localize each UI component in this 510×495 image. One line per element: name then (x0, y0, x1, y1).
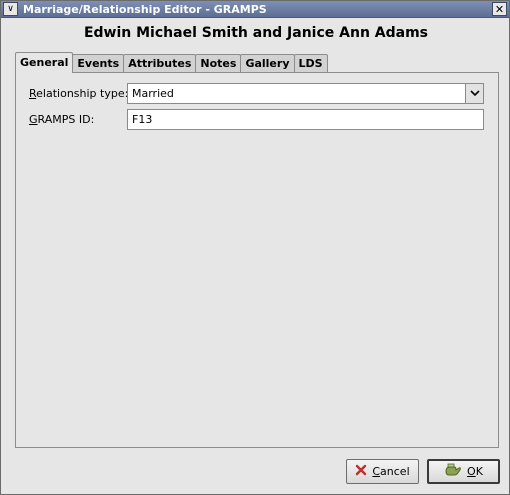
general-tab-panel: Relationship type: Married GRAMPS ID: (15, 72, 499, 448)
tab-bar: General Events Attributes Notes Gallery … (15, 52, 328, 73)
tab-gallery[interactable]: Gallery (240, 54, 295, 73)
gramps-id-label: GRAMPS ID: (29, 113, 95, 126)
gramps-id-field[interactable] (128, 110, 483, 129)
family-heading: Edwin Michael Smith and Janice Ann Adams (83, 25, 429, 41)
chevron-down-icon: ∨ (7, 3, 14, 14)
tab-lds[interactable]: LDS (293, 54, 328, 73)
cancel-x-icon (355, 464, 367, 479)
window-title: Marriage/Relationship Editor - GRAMPS (23, 3, 267, 16)
ok-button[interactable]: OK (427, 459, 500, 484)
cancel-button[interactable]: Cancel (346, 459, 419, 484)
ok-button-label: OK (467, 465, 483, 478)
cancel-button-label: Cancel (372, 465, 410, 478)
gramps-id-field-box (127, 109, 484, 130)
window-close-button[interactable]: ✕ (492, 2, 507, 16)
titlebar[interactable]: ∨ Marriage/Relationship Editor - GRAMPS … (1, 1, 509, 18)
relationship-type-label: Relationship type: (29, 87, 129, 100)
tab-notes[interactable]: Notes (195, 54, 242, 73)
chevron-down-icon[interactable] (465, 84, 483, 103)
relationship-type-combo[interactable]: Married (127, 83, 484, 104)
ok-hand-icon (444, 463, 462, 480)
window-menu-button[interactable]: ∨ (3, 2, 18, 16)
relationship-type-value: Married (132, 87, 174, 100)
tab-events[interactable]: Events (72, 54, 125, 73)
tab-general[interactable]: General (15, 52, 74, 73)
tab-attributes[interactable]: Attributes (123, 54, 197, 73)
editor-window: ∨ Marriage/Relationship Editor - GRAMPS … (0, 0, 510, 495)
close-icon: ✕ (494, 2, 505, 16)
